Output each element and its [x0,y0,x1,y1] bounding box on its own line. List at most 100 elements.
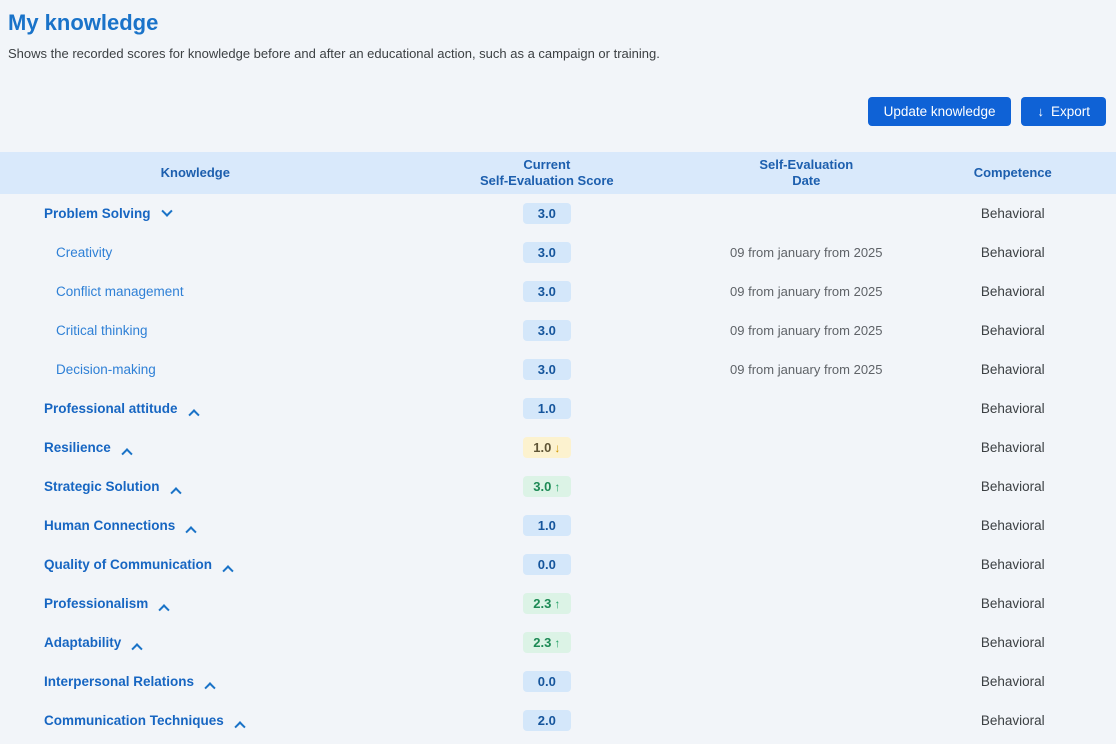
score-badge: 3.0 [523,359,571,380]
score-cell: 1.0 ↓ [391,437,703,458]
score-badge: 0.0 [523,671,571,692]
knowledge-cell: Resilience [0,440,391,455]
knowledge-cell: Human Connections [0,518,391,533]
score-badge: 1.0 [523,398,571,419]
table-row: Resilience 1.0 ↓ Behavioral [0,428,1116,467]
row-label[interactable]: Interpersonal Relations [44,674,194,689]
chevron-up-icon[interactable] [234,721,245,732]
score-value: 3.0 [538,362,556,377]
row-label[interactable]: Decision-making [56,362,156,377]
trend-up-icon: ↑ [554,636,560,650]
chevron-up-icon[interactable] [188,409,199,420]
row-label[interactable]: Quality of Communication [44,557,212,572]
score-value: 3.0 [538,323,556,338]
score-cell: 3.0 ↑ [391,476,703,497]
row-label[interactable]: Adaptability [44,635,121,650]
table-body: Problem Solving 3.0 Behavioral Creativit… [0,194,1116,740]
row-label[interactable]: Critical thinking [56,323,148,338]
row-competence: Behavioral [910,635,1116,650]
header-score: Current Self-Evaluation Score [391,157,703,190]
knowledge-cell: Conflict management [0,284,391,299]
knowledge-cell: Interpersonal Relations [0,674,391,689]
update-knowledge-button[interactable]: Update knowledge [868,97,1012,126]
score-cell: 3.0 [391,320,703,341]
trend-up-icon: ↑ [554,597,560,611]
score-badge: 3.0 [523,320,571,341]
knowledge-cell: Quality of Communication [0,557,391,572]
row-label[interactable]: Problem Solving [44,206,151,221]
score-cell: 2.0 [391,710,703,731]
knowledge-cell: Critical thinking [0,323,391,338]
update-knowledge-label: Update knowledge [884,104,996,119]
score-cell: 3.0 [391,359,703,380]
table-row: Interpersonal Relations 0.0 Behavioral [0,662,1116,701]
score-badge: 0.0 [523,554,571,575]
trend-up-icon: ↑ [554,480,560,494]
row-label[interactable]: Creativity [56,245,112,260]
page-title: My knowledge [0,0,1116,36]
row-competence: Behavioral [910,557,1116,572]
header-date: Self-Evaluation Date [703,157,909,190]
row-label[interactable]: Human Connections [44,518,175,533]
knowledge-cell: Creativity [0,245,391,260]
export-button[interactable]: ↓ Export [1021,97,1106,126]
header-score-line1: Current [523,157,570,172]
header-knowledge: Knowledge [0,165,391,181]
table-row: Professionalism 2.3 ↑ Behavioral [0,584,1116,623]
score-badge: 1.0 [523,515,571,536]
row-label[interactable]: Professional attitude [44,401,178,416]
score-value: 1.0 [538,518,556,533]
score-badge: 3.0 ↑ [523,476,571,497]
knowledge-cell: Communication Techniques [0,713,391,728]
row-label[interactable]: Strategic Solution [44,479,160,494]
score-badge: 3.0 [523,203,571,224]
chevron-up-icon[interactable] [186,526,197,537]
chevron-up-icon[interactable] [222,565,233,576]
table-row: Critical thinking 3.0 09 from january fr… [0,311,1116,350]
table-row: Quality of Communication 0.0 Behavioral [0,545,1116,584]
trend-down-icon: ↓ [554,441,560,455]
table-header-row: Knowledge Current Self-Evaluation Score … [0,152,1116,194]
score-badge: 3.0 [523,281,571,302]
chevron-up-icon[interactable] [170,487,181,498]
knowledge-cell: Strategic Solution [0,479,391,494]
score-value: 3.0 [533,479,551,494]
row-competence: Behavioral [910,323,1116,338]
my-knowledge-page: My knowledge Shows the recorded scores f… [0,0,1116,744]
row-competence: Behavioral [910,362,1116,377]
score-value: 1.0 [533,440,551,455]
score-cell: 2.3 ↑ [391,593,703,614]
row-label[interactable]: Conflict management [56,284,184,299]
row-competence: Behavioral [910,284,1116,299]
row-label[interactable]: Resilience [44,440,111,455]
score-badge: 1.0 ↓ [523,437,571,458]
chevron-up-icon[interactable] [132,643,143,654]
row-label[interactable]: Professionalism [44,596,148,611]
table-row: Human Connections 1.0 Behavioral [0,506,1116,545]
knowledge-cell: Adaptability [0,635,391,650]
row-competence: Behavioral [910,206,1116,221]
score-cell: 0.0 [391,671,703,692]
header-competence: Competence [910,165,1116,181]
chevron-up-icon[interactable] [159,604,170,615]
score-cell: 1.0 [391,515,703,536]
toolbar: Update knowledge ↓ Export [0,61,1116,126]
score-value: 0.0 [538,557,556,572]
row-label[interactable]: Communication Techniques [44,713,224,728]
row-competence: Behavioral [910,518,1116,533]
score-cell: 0.0 [391,554,703,575]
chevron-up-icon[interactable] [121,448,132,459]
chevron-up-icon[interactable] [204,682,215,693]
header-date-line2: Date [792,173,820,188]
score-cell: 3.0 [391,242,703,263]
table-row: Communication Techniques 2.0 Behavioral [0,701,1116,740]
header-date-line1: Self-Evaluation [759,157,853,172]
score-value: 3.0 [538,284,556,299]
chevron-down-icon[interactable] [161,205,172,216]
download-arrow-icon: ↓ [1037,105,1044,118]
header-score-line2: Self-Evaluation Score [480,173,614,188]
score-cell: 1.0 [391,398,703,419]
row-competence: Behavioral [910,479,1116,494]
score-badge: 2.0 [523,710,571,731]
row-date: 09 from january from 2025 [703,323,909,338]
